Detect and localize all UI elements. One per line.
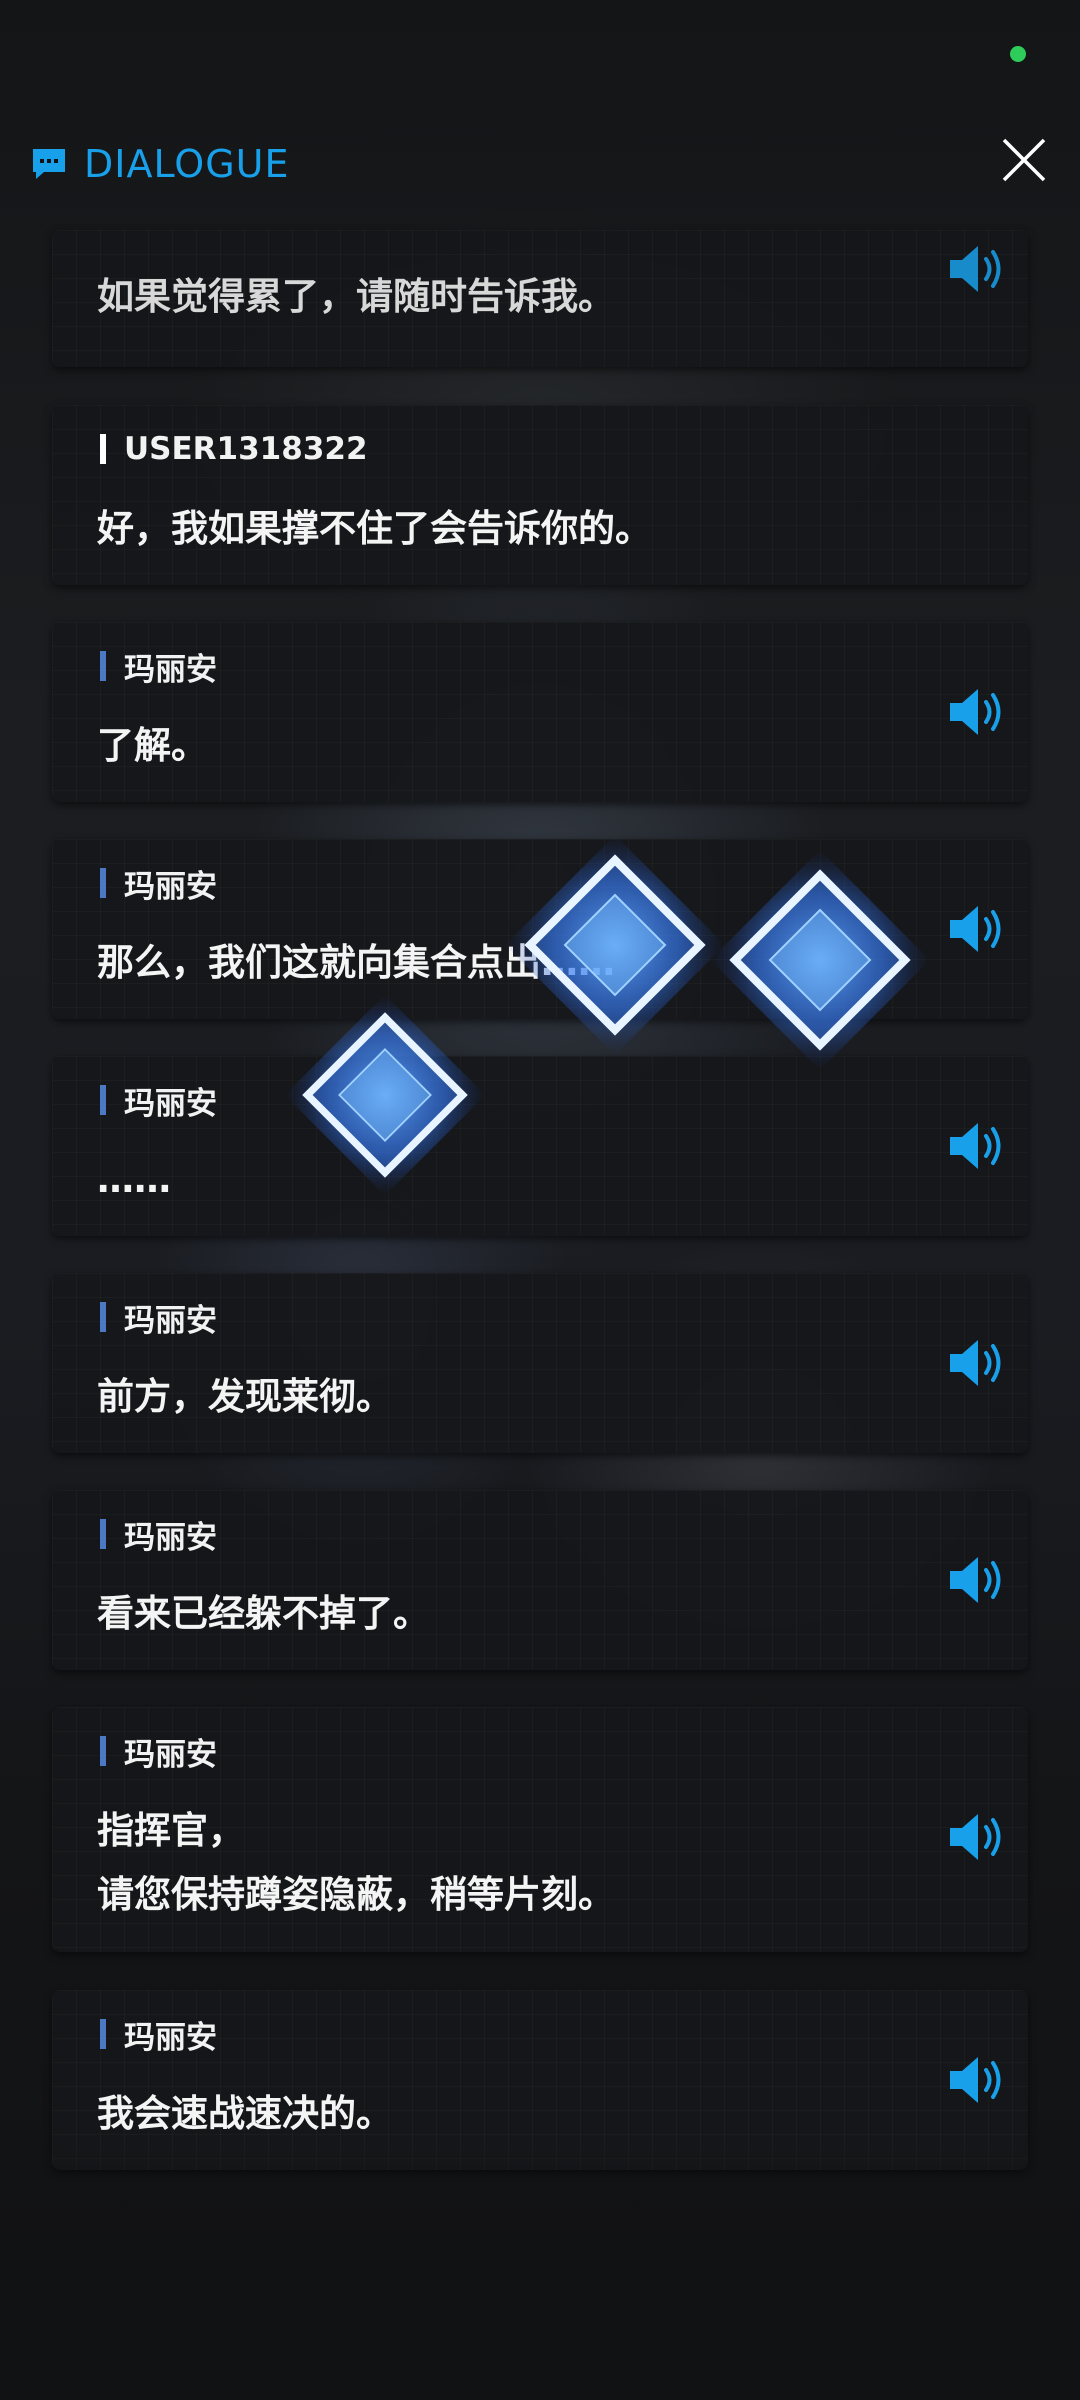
speaker-name: 玛丽安	[124, 651, 217, 688]
speaker-volume-icon[interactable]	[946, 2053, 1008, 2107]
chat-bubble-icon	[33, 149, 65, 179]
dialogue-text: 好，我如果撑不住了会告诉你的。	[97, 507, 652, 550]
speaker-marker	[100, 434, 106, 464]
speaker-label: 玛丽安	[100, 647, 217, 688]
dialogue-text: 前方，发现莱彻。	[97, 1375, 393, 1418]
speaker-name: 玛丽安	[124, 1736, 217, 1773]
dialogue-entry: 玛丽安 前方，发现莱彻。	[52, 1273, 1028, 1453]
speaker-name: 玛丽安	[124, 1519, 217, 1556]
dialogue-text: 如果觉得累了，请随时告诉我。	[97, 275, 615, 318]
dialogue-screen: DIALOGUE 如果觉得累了，请随时告诉我。 USER1318322 好，我如…	[0, 0, 1080, 2400]
speaker-label: 玛丽安	[100, 1515, 217, 1556]
dialogue-text: 指挥官， 请您保持蹲姿隐蔽，稍等片刻。	[97, 1809, 615, 1916]
dialogue-text: 那么，我们这就向集合点出……	[97, 941, 615, 984]
dialogue-title: DIALOGUE	[84, 142, 290, 186]
speaker-volume-icon[interactable]	[946, 1336, 1008, 1390]
dialogue-entry: 玛丽安 指挥官， 请您保持蹲姿隐蔽，稍等片刻。	[52, 1707, 1028, 1952]
dialogue-text: ……	[97, 1158, 171, 1201]
speaker-marker	[100, 1085, 106, 1115]
speaker-label: 玛丽安	[100, 1732, 217, 1773]
speaker-label: 玛丽安	[100, 1081, 217, 1122]
speaker-volume-icon[interactable]	[946, 1810, 1008, 1864]
speaker-label: USER1318322	[100, 430, 368, 468]
speaker-marker	[100, 868, 106, 898]
dialogue-entry: 玛丽安 看来已经躲不掉了。	[52, 1490, 1028, 1670]
speaker-name: 玛丽安	[124, 1302, 217, 1339]
dialogue-entry: USER1318322 好，我如果撑不住了会告诉你的。	[52, 405, 1028, 585]
speaker-volume-icon[interactable]	[946, 1553, 1008, 1607]
dialogue-entry: 如果觉得累了，请随时告诉我。	[52, 230, 1028, 367]
speaker-volume-icon[interactable]	[946, 685, 1008, 739]
close-icon[interactable]	[998, 134, 1050, 186]
dialogue-entry: 玛丽安 那么，我们这就向集合点出……	[52, 839, 1028, 1019]
speaker-volume-icon[interactable]	[946, 1119, 1008, 1173]
speaker-marker	[100, 1736, 106, 1766]
dialogue-text: 我会速战速决的。	[97, 2092, 393, 2135]
dialogue-entry: 玛丽安 ……	[52, 1056, 1028, 1236]
speaker-marker	[100, 2019, 106, 2049]
dialogue-header: DIALOGUE	[30, 138, 1050, 190]
speaker-marker	[100, 1519, 106, 1549]
speaker-name: USER1318322	[124, 431, 368, 467]
speaker-name: 玛丽安	[124, 868, 217, 905]
dialogue-entry: 玛丽安 了解。	[52, 622, 1028, 802]
speaker-label: 玛丽安	[100, 864, 217, 905]
bottom-fade	[0, 2140, 1080, 2400]
speaker-label: 玛丽安	[100, 2015, 217, 2056]
speaker-name: 玛丽安	[124, 1085, 217, 1122]
dialogue-text: 了解。	[97, 724, 208, 767]
speaker-name: 玛丽安	[124, 2019, 217, 2056]
status-indicator	[1010, 46, 1026, 62]
speaker-label: 玛丽安	[100, 1298, 217, 1339]
dialogue-text: 看来已经躲不掉了。	[97, 1592, 430, 1635]
speaker-marker	[100, 651, 106, 681]
speaker-volume-icon[interactable]	[946, 902, 1008, 956]
speaker-volume-icon[interactable]	[946, 242, 1008, 296]
speaker-marker	[100, 1302, 106, 1332]
